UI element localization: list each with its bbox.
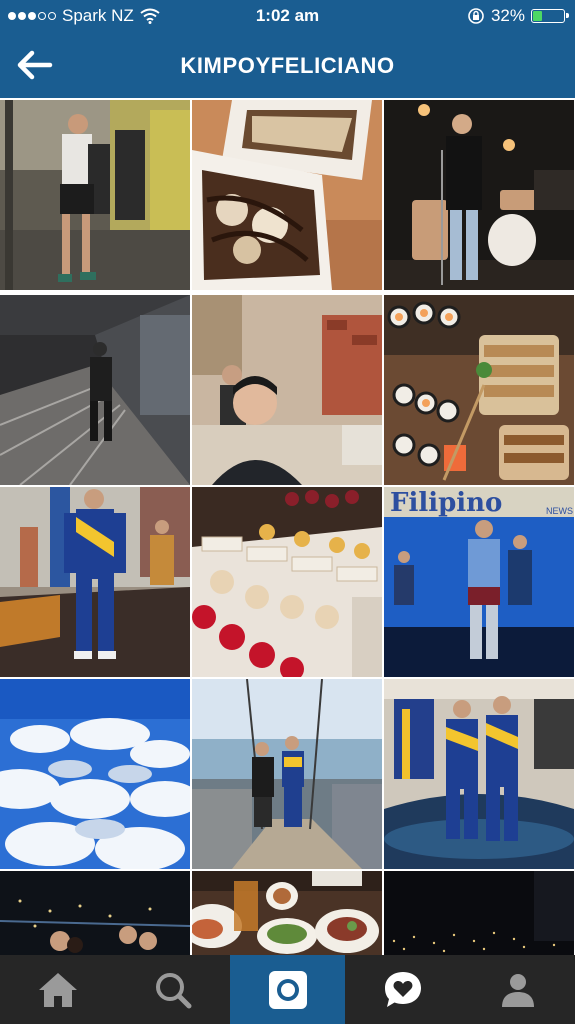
night-city-lights-photo[interactable] bbox=[384, 871, 574, 955]
sushi-platter-photo[interactable] bbox=[384, 295, 574, 485]
battery-percent: 32% bbox=[490, 6, 525, 25]
jumpsuit-duo-photo[interactable] bbox=[384, 679, 574, 869]
profile-header: KIMPOYFELICIANO bbox=[0, 32, 575, 98]
filipino-news-stage-photo[interactable]: Filipino NEWS bbox=[384, 487, 574, 677]
corridor-photo[interactable] bbox=[0, 295, 190, 485]
gym-selfie-photo[interactable] bbox=[0, 100, 190, 290]
stage-singer-photo[interactable] bbox=[384, 100, 574, 290]
clouds-aerial-photo[interactable] bbox=[0, 679, 190, 869]
dinner-table-photo[interactable] bbox=[192, 871, 382, 955]
activity-heart-icon bbox=[384, 971, 421, 1007]
camera-icon bbox=[268, 970, 307, 1009]
night-city-group-photo[interactable] bbox=[0, 871, 190, 955]
search-icon bbox=[155, 972, 191, 1008]
banner-text: Filipino bbox=[390, 488, 502, 518]
status-bar: Spark NZ 1:02 am 32% bbox=[0, 0, 575, 32]
home-icon bbox=[38, 972, 77, 1007]
bottom-tab-bar bbox=[0, 955, 575, 1024]
restaurant-selfie-photo[interactable] bbox=[192, 295, 382, 485]
skywalk-photo[interactable] bbox=[192, 679, 382, 869]
tab-search[interactable] bbox=[115, 955, 230, 1024]
profile-icon bbox=[501, 973, 534, 1007]
tab-profile[interactable] bbox=[460, 955, 575, 1024]
battery-icon bbox=[531, 9, 569, 23]
blue-jumpsuit-photo[interactable] bbox=[0, 487, 190, 677]
dessert-display-photo[interactable] bbox=[192, 487, 382, 677]
rotation-lock-icon bbox=[468, 8, 484, 24]
status-right: 32% bbox=[467, 6, 569, 26]
tab-home[interactable] bbox=[0, 955, 115, 1024]
page-title: KIMPOYFELICIANO bbox=[180, 53, 395, 78]
chocolate-waffles-photo[interactable] bbox=[192, 100, 382, 290]
tab-camera[interactable] bbox=[230, 955, 345, 1024]
tab-activity[interactable] bbox=[345, 955, 460, 1024]
banner-subtext: NEWS bbox=[546, 506, 573, 516]
photo-grid: Filipino NEWS bbox=[0, 100, 575, 955]
